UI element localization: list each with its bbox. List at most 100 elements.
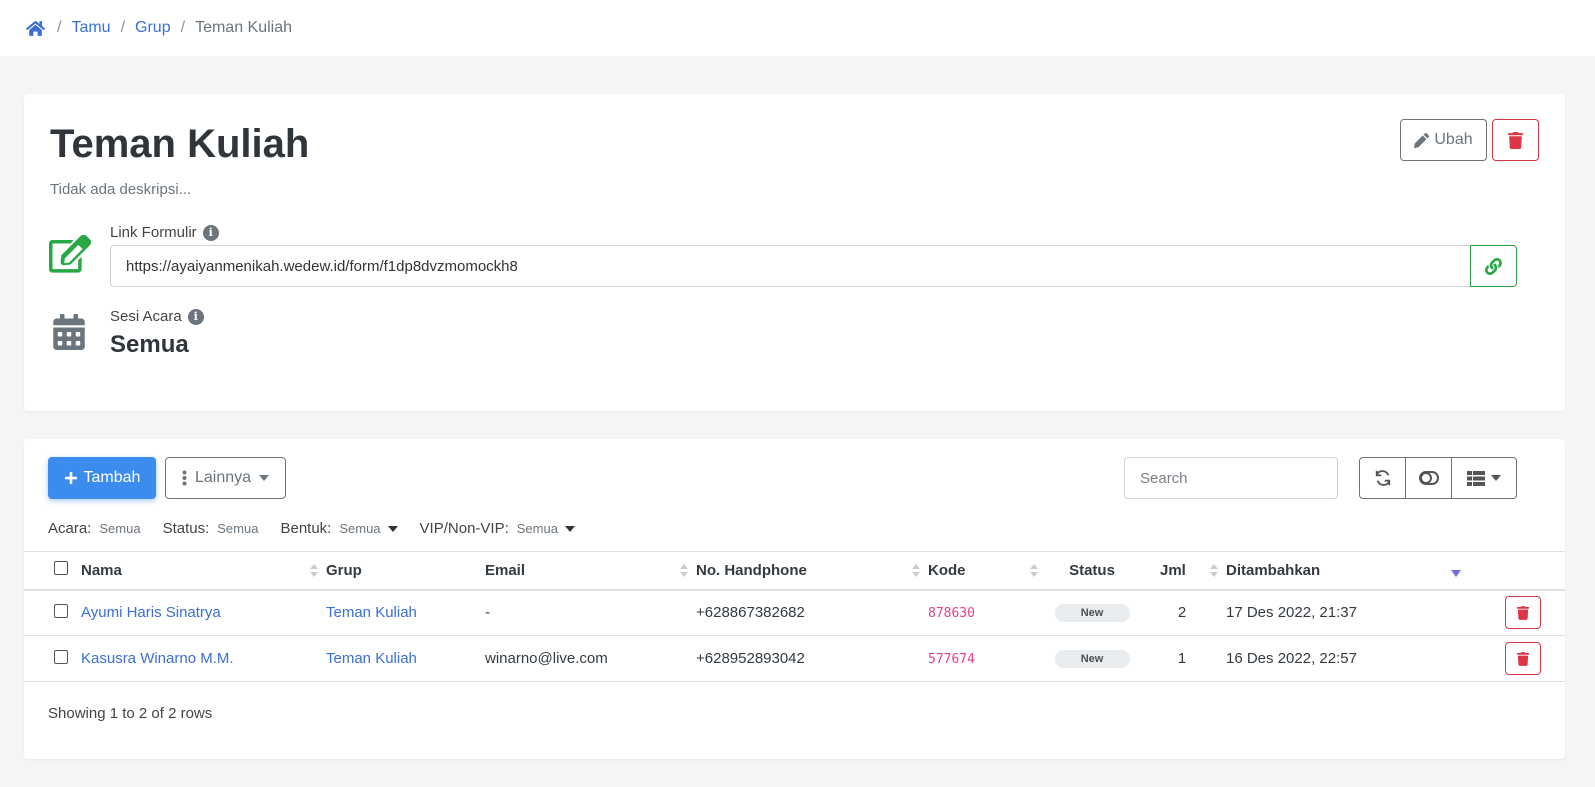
row-select-cell <box>24 589 81 636</box>
calendar-icon <box>53 314 85 350</box>
col-label: Ditambahkan <box>1226 561 1321 579</box>
breadcrumb-tamu[interactable]: Tamu <box>71 19 110 37</box>
filter-value: Semua <box>217 521 259 536</box>
info-icon[interactable]: i <box>187 308 204 325</box>
filter-status[interactable]: Status: Semua <box>163 520 259 537</box>
form-link-field[interactable]: https://ayaiyanmenikah.wedew.id/form/f1d… <box>110 245 1470 287</box>
group-description: Tidak ada deskripsi... <box>50 181 192 198</box>
cell-grup: Teman Kuliah <box>326 635 485 682</box>
refresh-icon <box>1375 470 1390 486</box>
trash-icon <box>1508 131 1523 149</box>
cell-kode: 878630 <box>928 589 1046 636</box>
filter-vip[interactable]: VIP/Non-VIP: Semua <box>420 520 575 537</box>
trash-icon <box>1517 651 1529 666</box>
session-value: Semua <box>110 331 189 358</box>
cell-kode: 577674 <box>928 635 1046 682</box>
filter-value: Semua <box>339 521 381 536</box>
table-header-row: Nama Grup Email No. Handphone Kode Statu… <box>24 551 1565 591</box>
toggle-view-button[interactable] <box>1406 457 1452 499</box>
sort-icon <box>310 564 318 578</box>
status-badge: New <box>1054 604 1130 623</box>
cell-phone: +628867382682 <box>696 589 928 636</box>
col-ditambahkan[interactable]: Ditambahkan <box>1226 551 1565 591</box>
guest-name-link[interactable]: Ayumi Haris Sinatrya <box>81 604 221 621</box>
group-link[interactable]: Teman Kuliah <box>326 650 417 667</box>
row-checkbox[interactable] <box>54 649 68 664</box>
info-icon[interactable]: i <box>202 224 219 241</box>
delete-row-button[interactable] <box>1505 596 1541 630</box>
cell-phone: +628952893042 <box>696 635 928 682</box>
toggle-icon <box>1418 471 1439 485</box>
guest-code: 878630 <box>928 606 975 622</box>
session-label-text: Sesi Acara <box>110 308 182 325</box>
col-kode[interactable]: Kode <box>928 551 1046 591</box>
breadcrumb-separator: / <box>180 19 186 36</box>
trash-icon <box>1517 605 1529 620</box>
col-nama[interactable]: Nama <box>81 551 326 591</box>
row-checkbox[interactable] <box>54 603 68 618</box>
columns-button[interactable] <box>1452 457 1517 499</box>
cell-status: New <box>1046 589 1138 636</box>
added-date: 16 Des 2022, 22:57 <box>1226 650 1357 667</box>
breadcrumb-grup[interactable]: Grup <box>135 19 171 37</box>
delete-row-button[interactable] <box>1505 642 1541 675</box>
filter-bentuk[interactable]: Bentuk: Semua <box>280 520 398 537</box>
col-email[interactable]: Email <box>485 551 696 591</box>
delete-group-button[interactable] <box>1492 119 1539 161</box>
cell-email: - <box>485 589 696 636</box>
chevron-down-icon <box>1491 475 1501 481</box>
status-badge: New <box>1054 650 1130 668</box>
col-status[interactable]: Status <box>1046 551 1138 591</box>
link-icon <box>1485 257 1502 275</box>
edit-button[interactable]: Ubah <box>1400 119 1487 161</box>
filter-key: Acara: <box>48 520 92 537</box>
vertical-ellipsis-icon <box>182 470 187 486</box>
cell-jml: 2 <box>1138 589 1226 636</box>
filter-key: Bentuk: <box>280 520 332 537</box>
filter-value: Semua <box>516 521 558 536</box>
table-tools <box>1359 457 1517 499</box>
more-actions-label: Lainnya <box>194 469 252 486</box>
cell-ditambahkan: 16 Des 2022, 22:57 <box>1226 635 1565 682</box>
search-input[interactable] <box>1124 457 1338 499</box>
col-label: Jml <box>1160 561 1186 579</box>
edit-form-icon <box>49 235 91 273</box>
guest-name-link[interactable]: Kasusra Winarno M.M. <box>81 650 234 667</box>
plus-icon <box>64 471 77 485</box>
form-link-label-text: Link Formulir <box>110 224 197 241</box>
sort-icon <box>680 564 688 578</box>
cell-jml: 1 <box>1138 635 1226 682</box>
col-phone[interactable]: No. Handphone <box>696 551 928 591</box>
cell-nama: Kasusra Winarno M.M. <box>81 635 326 682</box>
list-icon <box>1467 470 1485 486</box>
table-row: Kasusra Winarno M.M. Teman Kuliah winarn… <box>24 635 1565 682</box>
cell-grup: Teman Kuliah <box>326 589 485 636</box>
table-row: Ayumi Haris Sinatrya Teman Kuliah - +628… <box>24 589 1565 636</box>
add-guest-button[interactable]: Tambah <box>48 457 156 499</box>
filter-acara[interactable]: Acara: Semua <box>48 520 141 537</box>
home-icon[interactable] <box>26 20 47 37</box>
col-label: Kode <box>928 561 966 579</box>
more-actions-button[interactable]: Lainnya <box>165 457 286 499</box>
select-all-checkbox[interactable] <box>54 561 68 576</box>
sort-icon <box>912 564 920 578</box>
col-grup[interactable]: Grup <box>326 551 485 591</box>
pencil-icon <box>1414 132 1430 148</box>
col-label: Grup <box>326 561 362 579</box>
guest-table: Nama Grup Email No. Handphone Kode Statu… <box>24 551 1565 682</box>
refresh-button[interactable] <box>1359 457 1406 499</box>
cell-status: New <box>1046 635 1138 682</box>
edit-button-label: Ubah <box>1434 131 1473 148</box>
sort-icon <box>1210 564 1218 578</box>
col-label: Status <box>1069 561 1115 579</box>
group-detail-card: Teman Kuliah Tidak ada deskripsi... Ubah… <box>24 94 1565 411</box>
form-link-label: Link Formulir i <box>110 224 219 241</box>
top-bar: / Tamu / Grup / Teman Kuliah <box>0 0 1595 56</box>
page-title: Teman Kuliah <box>50 122 310 166</box>
copy-link-button[interactable] <box>1470 245 1517 287</box>
sort-icon <box>1030 564 1038 578</box>
col-jml[interactable]: Jml <box>1138 551 1226 591</box>
group-link[interactable]: Teman Kuliah <box>326 604 417 621</box>
breadcrumb-current: Teman Kuliah <box>195 19 293 36</box>
col-label: Email <box>485 561 526 579</box>
